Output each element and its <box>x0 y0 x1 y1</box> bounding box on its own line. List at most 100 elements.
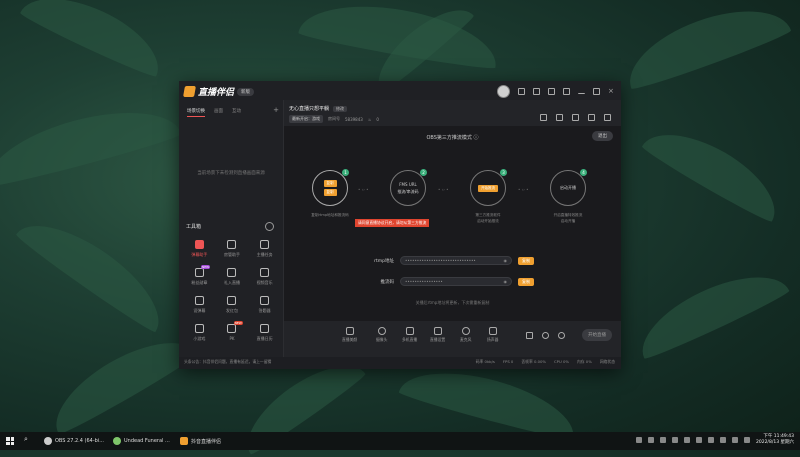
tray-icon[interactable] <box>672 437 678 443</box>
live-settings-button[interactable]: 直播设置 <box>430 327 445 343</box>
room-category[interactable]: 最新开启：游戏 <box>289 115 323 123</box>
new-badge: NEW <box>200 265 211 269</box>
tray-icon[interactable] <box>696 437 702 443</box>
microphone-button[interactable]: 麦克风 <box>460 327 471 343</box>
clock[interactable]: 下午 11:49:43 2022/8/13 星期六 <box>756 434 794 446</box>
toolbar-label: 多机直播 <box>402 337 418 342</box>
help-icon[interactable]: ⓘ <box>474 135 479 141</box>
tab-screen[interactable]: 画面 <box>214 108 223 117</box>
stat-mem: 内存 0% <box>576 359 592 364</box>
agreement-alert[interactable]: 请同意直播协议开启，请勿从第三方推流 <box>355 219 430 227</box>
gear-icon[interactable] <box>558 332 565 339</box>
tray-icon[interactable] <box>648 437 654 443</box>
step-title: 启动开播 <box>560 185 576 190</box>
window-controls: × <box>497 85 615 98</box>
tool-fan-badge[interactable]: NEW 粉丝勋章 <box>183 265 216 286</box>
tray-icon[interactable] <box>720 437 726 443</box>
tray-icon[interactable] <box>708 437 714 443</box>
title-bar: 直播伴侣 新版 × <box>179 81 621 100</box>
add-scene-button[interactable]: + <box>273 106 279 114</box>
rtmp-field[interactable]: •••••••••••••••••••••••••••••• ◉ <box>400 256 512 265</box>
preview-icon[interactable] <box>542 332 549 339</box>
tool-danmu[interactable]: 弹幕助手 <box>183 240 216 258</box>
document-icon[interactable] <box>572 114 579 121</box>
stat-drop: 丢帧率 0.00% <box>521 359 547 364</box>
copy-button[interactable]: 复制 <box>323 189 337 196</box>
toolbox-title: 工具箱 <box>186 224 202 230</box>
exit-button[interactable]: 退出 <box>592 131 613 141</box>
copy-button[interactable]: 复制 <box>323 180 337 187</box>
rtmp-row: rtmp地址 •••••••••••••••••••••••••••••• ◉ 复… <box>364 256 534 265</box>
tool-label: 答题器 <box>258 308 271 313</box>
copy-rtmp-button[interactable]: 复制 <box>518 256 534 265</box>
tool-task[interactable]: 主播任务 <box>248 240 281 258</box>
tool-mini-game[interactable]: 小游戏 <box>183 324 216 342</box>
tool-pk[interactable]: NEW PK <box>216 321 249 342</box>
tool-screen-danmu[interactable]: 设弹幕 <box>183 296 216 314</box>
toolbar-label: 麦克风 <box>460 337 472 342</box>
avatar[interactable] <box>497 85 510 98</box>
tab-interact[interactable]: 互动 <box>232 108 241 117</box>
tool-room-admin[interactable]: 房管助手 <box>216 240 249 258</box>
eye-icon[interactable]: ◉ <box>504 258 508 263</box>
shirt-icon[interactable] <box>548 88 555 95</box>
eye-icon[interactable]: ◉ <box>504 279 508 284</box>
tool-red-packet[interactable]: 发红包 <box>216 296 249 314</box>
multi-cam-button[interactable]: 多机直播 <box>402 327 417 343</box>
mode-title-text: OBS第三方推流模式 <box>426 135 472 141</box>
more-icon[interactable] <box>265 222 274 231</box>
tab-scene[interactable]: 场景切换 <box>187 108 205 117</box>
start-stream-button[interactable]: 开始推流 <box>478 184 498 192</box>
menu-icon[interactable] <box>563 88 570 95</box>
tool-label: 小游戏 <box>193 336 206 341</box>
step-copy: 1 复制 复制 <box>312 169 349 206</box>
tool-music[interactable]: 视频音乐 <box>248 268 281 286</box>
tool-label: 礼入直播 <box>223 280 240 285</box>
room-info: 最新开启：游戏 房间号 5839843 ♨ 0 <box>289 115 379 123</box>
maximize-icon[interactable] <box>593 88 600 95</box>
taskbar-item-game[interactable]: Undead Funeral ... <box>113 435 170 447</box>
toolbox-grid: 弹幕助手 房管助手 主播任务 NEW 粉丝勋章 礼入直播 视频音乐 设弹幕 发红包… <box>183 240 281 342</box>
tray-icon[interactable] <box>744 437 750 443</box>
rtmp-value: •••••••••••••••••••••••••••••• <box>405 258 476 263</box>
record-icon[interactable] <box>526 332 533 339</box>
left-panel: 场景切换 画面 互动 + 当前场景下未检测到直播画面来源 工具箱 弹幕助手 房管… <box>179 100 284 357</box>
notice-text[interactable]: 头条公告：抖音伴侣问题，直播有延迟，请上一留猜 <box>184 359 271 365</box>
tray-icon[interactable] <box>684 437 690 443</box>
minimize-icon[interactable] <box>578 90 585 94</box>
stat-bitrate: 码率 0kb/s <box>475 359 495 364</box>
tray-icon[interactable] <box>732 437 738 443</box>
message-icon[interactable] <box>518 88 525 95</box>
room-header: 无心直播只想平躺 修改 最新开启：游戏 房间号 5839843 ♨ 0 <box>289 105 379 123</box>
stream-key-field[interactable]: •••••••••••••••• ◉ <box>400 277 512 286</box>
windows-start-icon[interactable] <box>6 437 14 445</box>
search-icon[interactable]: ⌕ <box>24 435 28 444</box>
stat-fps: FPS 0 <box>502 359 514 364</box>
tool-calendar[interactable]: 直播日历 <box>248 324 281 342</box>
taskbar-item-live[interactable]: 抖音直播伴侣 <box>180 435 221 447</box>
tray-icon[interactable] <box>636 437 642 443</box>
scene-tabs: 场景切换 画面 互动 <box>179 100 283 117</box>
screen-icon[interactable] <box>533 88 540 95</box>
close-icon[interactable]: × <box>608 88 615 95</box>
badge-icon <box>194 268 204 277</box>
camera-button[interactable]: 摄像头 <box>376 327 387 343</box>
shop-icon[interactable] <box>556 114 563 121</box>
gift-icon[interactable] <box>540 114 547 121</box>
speaker-button[interactable]: 扬声器 <box>487 327 498 343</box>
tray-icon[interactable] <box>660 437 666 443</box>
bell-icon[interactable] <box>588 114 595 121</box>
share-icon[interactable] <box>604 114 611 121</box>
beauty-button[interactable]: 直播美颜 <box>342 327 357 343</box>
step-desc: 开启直播特效推流 启动开播 <box>553 213 583 223</box>
stream-stats: 码率 0kb/s FPS 0 丢帧率 0.00% CPU 0% 内存 0% 网络… <box>476 359 615 365</box>
tool-gift-live[interactable]: 礼入直播 <box>216 268 249 286</box>
tool-label: 直播日历 <box>256 336 273 341</box>
copy-key-button[interactable]: 复制 <box>518 277 534 286</box>
edit-title-button[interactable]: 修改 <box>333 105 348 112</box>
tool-quiz[interactable]: 答题器 <box>248 296 281 314</box>
taskbar-item-obs[interactable]: OBS 27.2.4 (64-bi... <box>44 435 104 447</box>
version-badge[interactable]: 新版 <box>237 87 255 96</box>
empty-scene-text: 当前场景下未检测到直播画面来源 <box>197 171 265 176</box>
go-live-button[interactable]: 开始直播 <box>582 329 612 341</box>
